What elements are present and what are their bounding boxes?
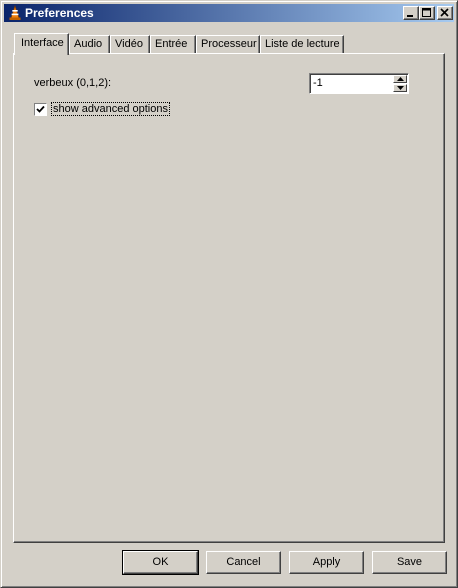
tab-entree[interactable]: Entrée xyxy=(150,35,196,53)
verbose-spinbox[interactable]: -1 xyxy=(309,73,409,94)
advanced-options-label[interactable]: show advanced options xyxy=(51,102,170,116)
tab-liste-de-lecture[interactable]: Liste de lecture xyxy=(260,35,344,53)
interface-panel: verbeux (0,1,2): -1 show advanced option… xyxy=(13,53,445,543)
tab-video[interactable]: Vidéo xyxy=(110,35,150,53)
spin-up-button[interactable] xyxy=(393,75,407,83)
apply-button[interactable]: Apply xyxy=(289,551,364,574)
arrow-up-icon xyxy=(397,77,404,81)
checkmark-icon xyxy=(36,105,45,113)
verbose-label: verbeux (0,1,2): xyxy=(34,77,112,89)
close-icon xyxy=(440,8,449,17)
close-button[interactable] xyxy=(437,6,453,20)
save-button[interactable]: Save xyxy=(372,551,447,574)
arrow-down-icon xyxy=(397,86,404,90)
preferences-window: Preferences Interface Audio Vidéo Entrée… xyxy=(0,0,458,588)
spin-arrows xyxy=(393,75,407,92)
spin-down-button[interactable] xyxy=(393,84,407,92)
maximize-button[interactable] xyxy=(419,6,435,20)
title-bar[interactable]: Preferences xyxy=(4,4,454,22)
tab-processeur[interactable]: Processeur xyxy=(196,35,260,53)
minimize-icon xyxy=(407,15,413,17)
ok-button[interactable]: OK xyxy=(122,550,199,575)
window-title: Preferences xyxy=(25,6,94,20)
maximize-icon xyxy=(422,8,431,17)
cancel-button[interactable]: Cancel xyxy=(206,551,281,574)
vlc-cone-icon xyxy=(7,4,23,21)
tab-interface[interactable]: Interface xyxy=(14,33,69,55)
tab-audio[interactable]: Audio xyxy=(69,35,110,53)
verbose-value[interactable]: -1 xyxy=(313,77,323,89)
minimize-button[interactable] xyxy=(403,6,419,20)
advanced-options-checkbox[interactable] xyxy=(34,103,47,116)
